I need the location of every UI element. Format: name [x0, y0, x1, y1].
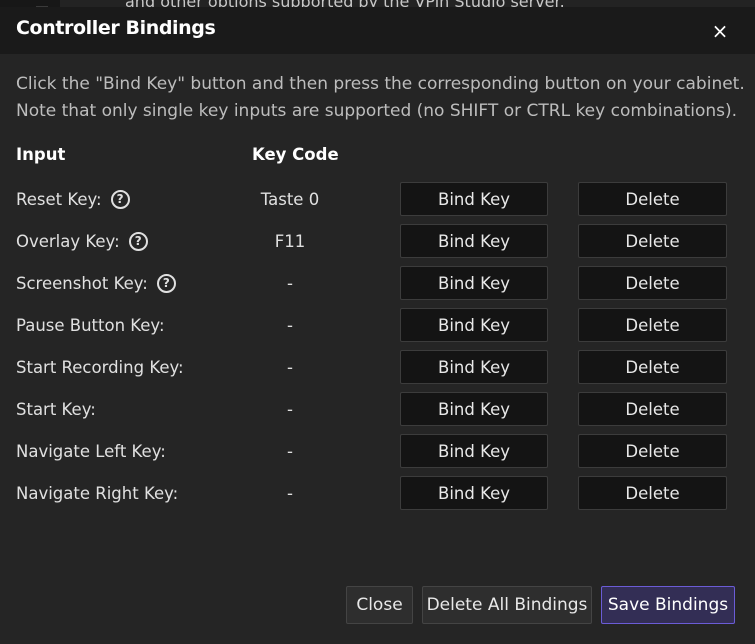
binding-row: Overlay Key:? F11 Bind Key Delete	[0, 224, 755, 260]
help-icon[interactable]: ?	[156, 274, 176, 293]
close-button[interactable]: Close	[346, 586, 413, 624]
close-icon[interactable]: ×	[702, 16, 738, 46]
column-header-key-code: Key Code	[252, 145, 339, 164]
binding-label-text: Reset Key:	[16, 190, 102, 209]
delete-binding-button[interactable]: Delete	[578, 266, 727, 300]
dialog-title: Controller Bindings	[16, 17, 216, 39]
binding-label-text: Navigate Right Key:	[16, 484, 179, 503]
binding-label: Start Key:	[16, 400, 96, 419]
help-icon[interactable]: ?	[128, 232, 148, 251]
delete-binding-button[interactable]: Delete	[578, 182, 727, 216]
key-code-value: -	[287, 400, 293, 419]
delete-binding-button[interactable]: Delete	[578, 308, 727, 342]
controller-bindings-dialog: Controller Bindings × Click the "Bind Ke…	[0, 7, 755, 644]
delete-binding-button[interactable]: Delete	[578, 350, 727, 384]
binding-row: Navigate Right Key: - Bind Key Delete	[0, 476, 755, 512]
dialog-titlebar: Controller Bindings ×	[0, 7, 755, 54]
dialog-description: Click the "Bind Key" button and then pre…	[16, 71, 755, 125]
delete-binding-button[interactable]: Delete	[578, 476, 727, 510]
key-code-value: -	[287, 442, 293, 461]
delete-binding-button[interactable]: Delete	[578, 392, 727, 426]
save-bindings-button[interactable]: Save Bindings	[601, 586, 735, 624]
key-code-value: -	[287, 274, 293, 293]
delete-binding-button[interactable]: Delete	[578, 224, 727, 258]
description-line-1: Click the "Bind Key" button and then pre…	[16, 74, 745, 94]
binding-label-text: Start Key:	[16, 400, 96, 419]
bind-key-button[interactable]: Bind Key	[400, 350, 548, 384]
binding-label-text: Start Recording Key:	[16, 358, 184, 377]
binding-row: Start Key: - Bind Key Delete	[0, 392, 755, 428]
bind-key-button[interactable]: Bind Key	[400, 266, 548, 300]
key-code-value: -	[287, 484, 293, 503]
key-code-value: F11	[274, 232, 306, 251]
binding-row: Screenshot Key:? - Bind Key Delete	[0, 266, 755, 302]
description-line-2: Note that only single key inputs are sup…	[16, 101, 738, 121]
binding-row: Navigate Left Key: - Bind Key Delete	[0, 434, 755, 470]
binding-row: Start Recording Key: - Bind Key Delete	[0, 350, 755, 386]
bind-key-button[interactable]: Bind Key	[400, 434, 548, 468]
binding-label-text: Pause Button Key:	[16, 316, 165, 335]
delete-all-bindings-button[interactable]: Delete All Bindings	[422, 586, 592, 624]
binding-label-text: Screenshot Key:	[16, 274, 148, 293]
binding-row: Reset Key:? Taste 0 Bind Key Delete	[0, 182, 755, 218]
bind-key-button[interactable]: Bind Key	[400, 224, 548, 258]
binding-label: Navigate Left Key:	[16, 442, 166, 461]
column-header-input: Input	[16, 145, 66, 164]
binding-label: Reset Key:?	[16, 190, 130, 209]
bind-key-button[interactable]: Bind Key	[400, 392, 548, 426]
bind-key-button[interactable]: Bind Key	[400, 308, 548, 342]
binding-label: Navigate Right Key:	[16, 484, 178, 503]
key-code-value: Taste 0	[260, 190, 320, 209]
binding-row: Pause Button Key: - Bind Key Delete	[0, 308, 755, 344]
delete-binding-button[interactable]: Delete	[578, 434, 727, 468]
binding-label: Overlay Key:?	[16, 232, 148, 251]
binding-label: Start Recording Key:	[16, 358, 184, 377]
bind-key-button[interactable]: Bind Key	[400, 476, 548, 510]
binding-label-text: Navigate Left Key:	[16, 442, 166, 461]
help-icon[interactable]: ?	[110, 190, 130, 209]
binding-label-text: Overlay Key:	[16, 232, 120, 251]
binding-label: Screenshot Key:?	[16, 274, 176, 293]
bind-key-button[interactable]: Bind Key	[400, 182, 548, 216]
key-code-value: -	[287, 358, 293, 377]
key-code-value: -	[287, 316, 293, 335]
binding-label: Pause Button Key:	[16, 316, 165, 335]
